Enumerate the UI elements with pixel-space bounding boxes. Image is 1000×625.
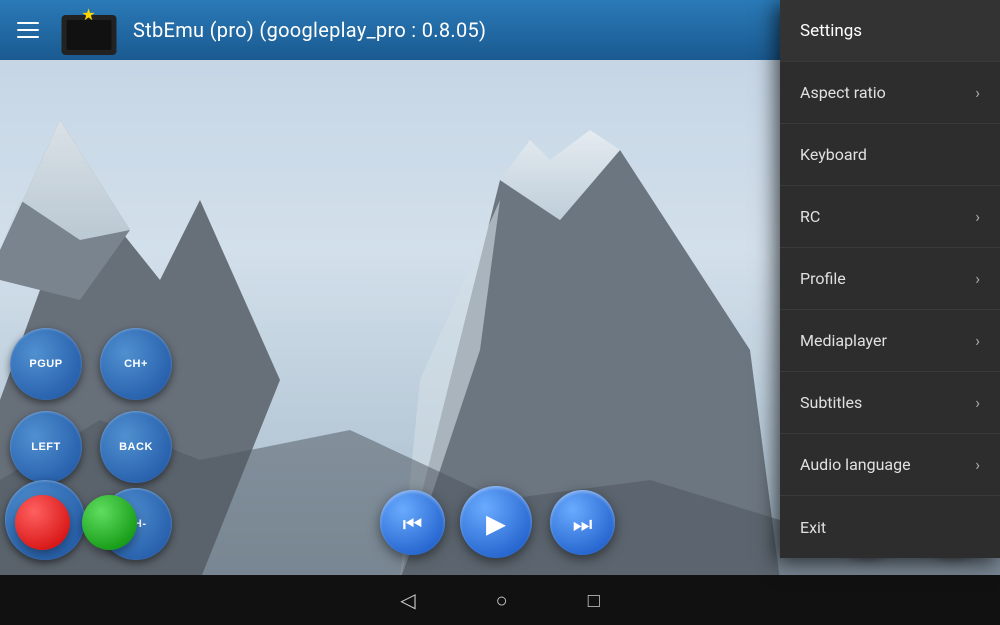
chevron-right-icon: › (975, 331, 980, 350)
android-navbar: ◁ ○ □ (0, 575, 1000, 625)
svg-text:⏮: ⏮ (403, 513, 423, 538)
left-button[interactable]: LEFT (10, 411, 82, 483)
red-button[interactable] (15, 495, 70, 550)
tv-icon: ★ (56, 5, 121, 55)
chplus-button[interactable]: CH+ (100, 328, 172, 400)
menu-item-exit[interactable]: Exit (780, 496, 1000, 558)
chevron-right-icon: › (975, 207, 980, 226)
home-nav-button[interactable]: ○ (496, 588, 508, 613)
green-button[interactable] (82, 495, 137, 550)
play-button[interactable]: ▶ (460, 486, 532, 558)
menu-item-subtitles[interactable]: Subtitles › (780, 372, 1000, 434)
menu-item-label: RC (800, 207, 820, 226)
menu-item-settings[interactable]: Settings (780, 0, 1000, 62)
menu-item-label: Profile (800, 269, 846, 288)
tv-screen (66, 20, 111, 50)
menu-item-aspect-ratio[interactable]: Aspect ratio › (780, 62, 1000, 124)
chevron-right-icon: › (975, 269, 980, 288)
chevron-right-icon: › (975, 83, 980, 102)
menu-item-audio-language[interactable]: Audio language › (780, 434, 1000, 496)
chevron-right-icon: › (975, 393, 980, 412)
menu-item-label: Mediaplayer (800, 331, 887, 350)
menu-item-keyboard[interactable]: Keyboard (780, 124, 1000, 186)
back-nav-button[interactable]: ◁ (400, 588, 415, 612)
context-menu: Settings Aspect ratio › Keyboard RC › Profile ›… (780, 0, 1000, 558)
menu-item-label: Exit (800, 518, 826, 537)
app-title: StbEmu (pro) (googleplay_pro : 0.8.05) (133, 18, 486, 42)
menu-item-mediaplayer[interactable]: Mediaplayer › (780, 310, 1000, 372)
hamburger-menu-icon[interactable] (10, 12, 46, 48)
rewind-button[interactable]: ⏮ (380, 490, 445, 555)
menu-item-label: Aspect ratio (800, 83, 886, 102)
chevron-right-icon: › (975, 455, 980, 474)
menu-item-rc[interactable]: RC › (780, 186, 1000, 248)
star-icon: ★ (81, 5, 95, 24)
pgup-button[interactable]: PGUP (10, 328, 82, 400)
menu-item-label: Subtitles (800, 393, 862, 412)
svg-text:▶: ▶ (486, 509, 506, 539)
menu-item-label: Settings (800, 21, 862, 41)
recents-nav-button[interactable]: □ (588, 588, 600, 613)
menu-item-label: Keyboard (800, 145, 867, 164)
menu-item-profile[interactable]: Profile › (780, 248, 1000, 310)
forward-button[interactable]: ⏭ (550, 490, 615, 555)
back-button[interactable]: BACK (100, 411, 172, 483)
menu-item-label: Audio language (800, 455, 911, 474)
svg-text:⏭: ⏭ (573, 513, 593, 538)
